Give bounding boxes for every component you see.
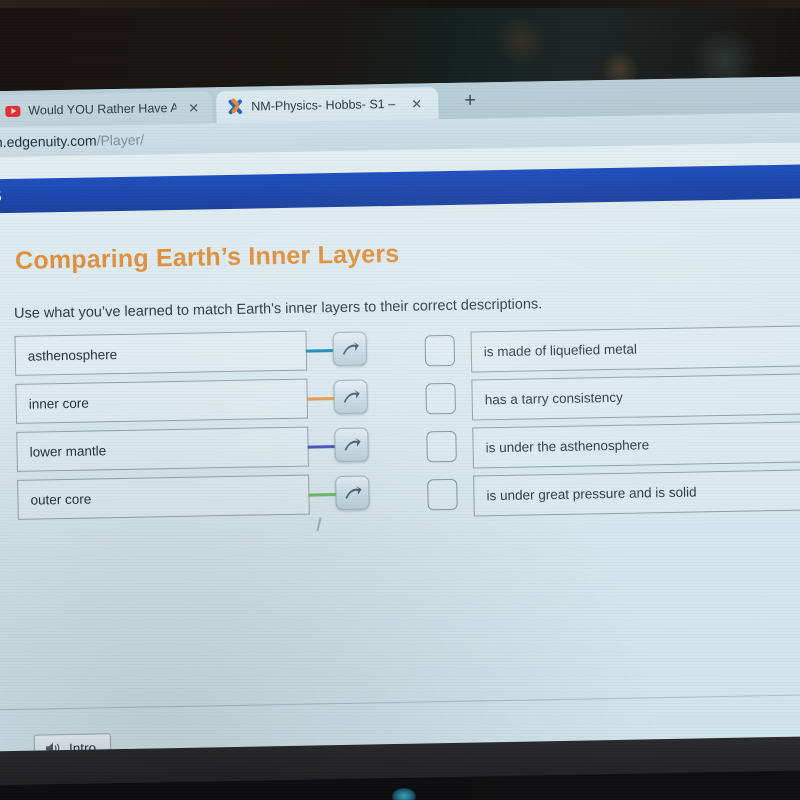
term-row: asthenosphere	[14, 330, 368, 384]
match-arrow-button-3[interactable]	[334, 427, 369, 463]
connector-line	[308, 493, 339, 497]
address-path: /Player/	[96, 131, 145, 149]
description-label: is under the asthenosphere	[485, 437, 650, 456]
browser-tab-edgenuity[interactable]: NM-Physics- Hobbs- S1 – 15695 ✕	[216, 87, 439, 124]
arrow-right-icon	[343, 389, 360, 403]
youtube-icon	[5, 105, 21, 117]
description-row: is made of liquefied metal	[424, 324, 800, 381]
tab-title: NM-Physics- Hobbs- S1 – 15695	[251, 96, 399, 114]
term-label: asthenosphere	[27, 346, 118, 364]
terms-column: asthenosphere inner core lower mantle ou…	[14, 330, 370, 532]
term-box-lower-mantle[interactable]: lower mantle	[16, 426, 309, 472]
term-row: lower mantle	[16, 426, 369, 480]
lesson-page: 5 Comparing Earth’s Inner Layers Use wha…	[0, 141, 800, 792]
laptop-screen-photo: Would YOU Rather Have A Lamb ✕ NM-Physic…	[0, 0, 800, 800]
match-arrow-button-4[interactable]	[335, 475, 370, 511]
term-box-inner-core[interactable]: inner core	[15, 378, 309, 424]
browser-tab-youtube[interactable]: Would YOU Rather Have A Lamb ✕	[0, 91, 213, 128]
description-checkbox-2[interactable]	[425, 382, 456, 415]
description-label: is under great pressure and is solid	[486, 484, 697, 504]
arrow-right-icon	[342, 341, 359, 355]
matching-activity: asthenosphere inner core lower mantle ou…	[0, 316, 800, 562]
description-label: has a tarry consistency	[484, 389, 623, 408]
browser-window: Would YOU Rather Have A Lamb ✕ NM-Physic…	[0, 75, 800, 792]
instruction-text: Use what you’ve learned to match Earth's…	[13, 296, 543, 322]
term-row: outer core	[17, 474, 370, 528]
arrow-right-icon	[344, 437, 361, 451]
description-box-3[interactable]: is under the asthenosphere	[472, 420, 800, 469]
connector-line	[306, 397, 337, 401]
arrow-right-icon	[345, 485, 362, 499]
new-tab-button[interactable]: +	[464, 89, 476, 111]
connector-line	[305, 349, 336, 353]
reflection-blob	[492, 18, 550, 64]
term-label: lower mantle	[29, 442, 107, 460]
progress-number: 5	[0, 188, 2, 204]
description-box-1[interactable]: is made of liquefied metal	[470, 324, 800, 373]
close-icon[interactable]: ✕	[411, 96, 422, 111]
footer-divider	[0, 693, 800, 711]
edgenuity-icon	[227, 97, 243, 115]
tab-title: Would YOU Rather Have A Lamb	[28, 100, 177, 118]
term-row: inner core	[15, 378, 368, 432]
description-row: is under great pressure and is solid	[427, 468, 800, 525]
term-label: outer core	[30, 491, 92, 508]
description-checkbox-1[interactable]	[424, 334, 456, 367]
descriptions-column: is made of liquefied metal has a tarry c…	[424, 324, 800, 525]
term-box-outer-core[interactable]: outer core	[17, 474, 310, 520]
stray-mark	[316, 517, 322, 532]
term-label: inner core	[28, 395, 89, 412]
term-box-asthenosphere[interactable]: asthenosphere	[14, 330, 308, 376]
match-arrow-button-1[interactable]	[332, 331, 368, 367]
lesson-content: Comparing Earth’s Inner Layers Use what …	[0, 197, 800, 562]
connector-line	[307, 445, 338, 449]
match-arrow-button-2[interactable]	[333, 379, 368, 415]
address-host: n.edgenuity.com	[0, 132, 97, 151]
description-row: has a tarry consistency	[425, 372, 800, 429]
description-row: is under the asthenosphere	[426, 420, 800, 477]
page-title: Comparing Earth’s Inner Layers	[14, 239, 400, 275]
description-box-4[interactable]: is under great pressure and is solid	[473, 468, 800, 517]
description-checkbox-3[interactable]	[426, 430, 457, 463]
status-light	[392, 788, 416, 800]
close-icon[interactable]: ✕	[188, 100, 199, 115]
description-label: is made of liquefied metal	[483, 341, 638, 360]
description-checkbox-4[interactable]	[427, 478, 458, 511]
description-box-2[interactable]: has a tarry consistency	[471, 372, 800, 421]
